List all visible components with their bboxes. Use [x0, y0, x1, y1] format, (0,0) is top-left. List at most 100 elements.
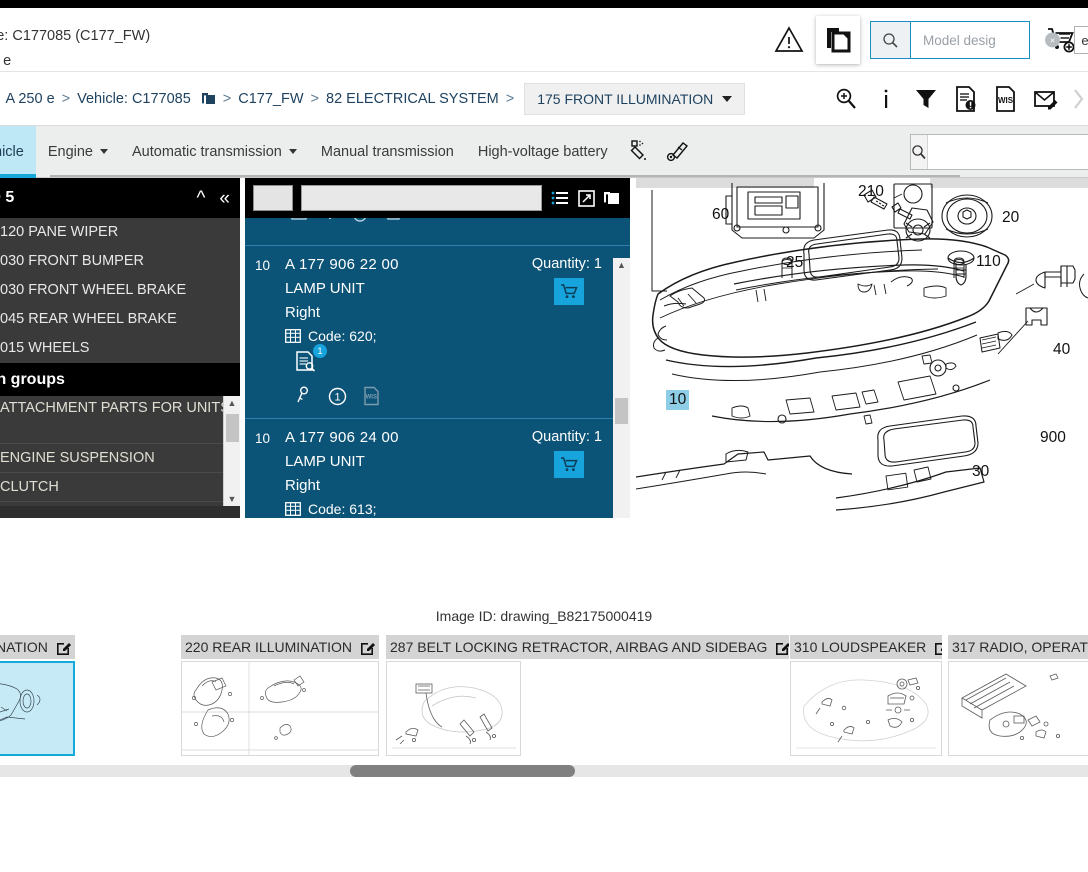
document-alert-icon[interactable]	[952, 84, 980, 114]
thumbnail-radio-operating[interactable]: 317 RADIO, OPERATI	[948, 635, 1088, 756]
thumbnail-image[interactable]	[181, 661, 379, 756]
parts-toolbar-button[interactable]	[253, 185, 293, 211]
sidebar-item-engine-suspension[interactable]: ENGINE SUSPENSION	[0, 444, 240, 473]
sidebar-item-label: ENGINE SUSPENSION	[0, 450, 155, 466]
sidebar-item-wheels[interactable]: 015 WHEELS	[0, 334, 240, 363]
tab-high-voltage-battery[interactable]: High-voltage battery	[466, 126, 620, 178]
chevron-icon[interactable]	[1072, 84, 1086, 114]
tool-gun-icon[interactable]	[666, 139, 692, 165]
group-tree-sidebar: 0 5 ^ « 120 PANE WIPER 030 FRONT BUMPER …	[0, 178, 240, 518]
breadcrumb-item-model[interactable]: A 250 e	[5, 91, 54, 107]
sidebar-item-rear-wheel-brake[interactable]: 045 REAR WHEEL BRAKE	[0, 305, 240, 334]
edit-icon[interactable]	[775, 640, 789, 655]
tab-search-box[interactable]	[910, 134, 1088, 170]
expand-icon[interactable]	[576, 188, 596, 208]
callout-900[interactable]: 900	[1040, 429, 1066, 447]
breadcrumb-sep: >	[61, 90, 71, 107]
scroll-down-arrow[interactable]: ▼	[224, 492, 240, 506]
key-icon[interactable]	[293, 386, 313, 406]
part-position: 10	[255, 258, 271, 273]
tab-search-input[interactable]	[928, 135, 1088, 169]
callout-60[interactable]: 60	[712, 206, 729, 224]
chevron-up-icon[interactable]: ^	[197, 189, 206, 208]
thumbnail-horizontal-scrollbar[interactable]	[0, 765, 1088, 777]
paint-spray-icon[interactable]	[628, 139, 654, 165]
warning-triangle-icon[interactable]	[772, 23, 806, 57]
info-icon[interactable]	[872, 84, 900, 114]
scroll-up-arrow[interactable]: ▲	[613, 258, 630, 272]
tab-automatic-transmission[interactable]: Automatic transmission	[120, 126, 309, 178]
breadcrumb-current-dropdown[interactable]: 175 FRONT ILLUMINATION	[524, 82, 746, 115]
edit-icon[interactable]	[56, 640, 71, 655]
scroll-up-arrow[interactable]: ▲	[224, 396, 240, 410]
document-search-icon[interactable]: 1	[295, 344, 327, 374]
filter-icon[interactable]	[912, 84, 940, 114]
image-id-label: Image ID: drawing_B82175000419	[435, 608, 653, 624]
thumbnail-image[interactable]	[386, 661, 521, 756]
edit-icon[interactable]	[360, 640, 376, 655]
wis-document-icon[interactable]: WIS	[992, 84, 1020, 114]
info-circle-icon[interactable]: 1	[327, 386, 347, 406]
tab-engine[interactable]: Engine	[36, 126, 120, 178]
breadcrumb-item-variant[interactable]: C177_FW	[238, 91, 303, 107]
thumbnail-front-illumination[interactable]: FRONT ILLUMINATION	[0, 635, 75, 756]
part-code-row[interactable]: Code: 613;	[285, 501, 630, 517]
thumbnail-label: FRONT ILLUMINATION	[0, 639, 48, 655]
scrollbar-thumb[interactable]	[226, 414, 239, 442]
function-tab-bar: hicle Engine Automatic transmission Manu…	[0, 125, 1088, 178]
thumbnail-header: 287 BELT LOCKING RETRACTOR, AIRBAG AND S…	[386, 635, 789, 659]
copy-icon[interactable]	[602, 188, 622, 208]
callout-40[interactable]: 40	[1053, 341, 1070, 359]
part-position: 10	[255, 431, 271, 446]
sidebar-item-attachment-parts[interactable]: ATTACHMENT PARTS FOR UNITS	[0, 396, 240, 444]
sidebar-item-front-wheel-brake[interactable]: 030 FRONT WHEEL BRAKE	[0, 276, 240, 305]
tab-label: Manual transmission	[320, 143, 454, 160]
chevron-double-left-icon[interactable]: «	[219, 189, 230, 208]
table-row[interactable]: 10 A 177 906 24 00 LAMP UNIT Right Code:…	[245, 419, 630, 518]
list-view-icon[interactable]	[550, 188, 570, 208]
thumbnail-belt-locking-retractor[interactable]: 287 BELT LOCKING RETRACTOR, AIRBAG AND S…	[386, 635, 789, 756]
part-code-row[interactable]: Code: 620;	[285, 328, 630, 344]
edge-tab-label[interactable]: e	[1074, 26, 1088, 54]
sidebar-item-clutch[interactable]: CLUTCH	[0, 473, 240, 502]
add-to-cart-icon[interactable]	[554, 278, 584, 305]
tab-vehicle[interactable]: hicle	[0, 125, 36, 178]
breadcrumb-item-group[interactable]: 82 ELECTRICAL SYSTEM	[326, 91, 499, 107]
callout-210[interactable]: 210	[858, 183, 884, 201]
mail-edit-icon[interactable]	[1032, 84, 1060, 114]
tab-manual-transmission[interactable]: Manual transmission	[309, 126, 466, 178]
sidebar-item-front-bumper[interactable]: 030 FRONT BUMPER	[0, 247, 240, 276]
thumbnail-rear-illumination[interactable]: 220 REAR ILLUMINATION	[181, 635, 379, 756]
parts-vertical-scrollbar[interactable]: ▲ ▼	[613, 258, 630, 518]
add-to-cart-icon[interactable]	[554, 451, 584, 478]
vehicle-subtitle: 0 e	[0, 53, 12, 69]
thumbnail-loudspeaker[interactable]: 310 LOUDSPEAKER	[790, 635, 942, 756]
callout-10[interactable]: 10	[666, 390, 690, 410]
zoom-in-icon[interactable]	[832, 84, 860, 114]
callout-25[interactable]: 25	[786, 254, 803, 272]
callout-20[interactable]: 20	[1002, 209, 1019, 227]
breadcrumb-item-vehicle[interactable]: Vehicle: C177085	[77, 91, 191, 107]
sidebar-vertical-scrollbar[interactable]: ▲ ▼	[223, 396, 240, 506]
callout-30[interactable]: 30	[972, 463, 989, 481]
scrollbar-thumb[interactable]	[350, 765, 575, 777]
sidebar-item-pane-wiper[interactable]: 120 PANE WIPER	[0, 218, 240, 247]
copy-documents-icon[interactable]	[816, 16, 860, 64]
breadcrumb-current-label: 175 FRONT ILLUMINATION	[537, 90, 714, 107]
copy-icon[interactable]	[201, 91, 216, 107]
scrollbar-thumb[interactable]	[615, 398, 628, 424]
thumbnail-image[interactable]	[948, 661, 1088, 756]
wis-icon[interactable]: WIS	[361, 386, 381, 406]
model-designation-search[interactable]: Model desig ×	[870, 21, 1060, 59]
thumbnail-image[interactable]	[0, 661, 75, 756]
parts-drawing-viewer[interactable]: 60 210 20 25 110 40 10 900 30	[636, 178, 1088, 518]
parts-filter-input[interactable]	[301, 185, 542, 211]
clear-search-icon[interactable]: ×	[1045, 32, 1060, 48]
parts-row-clipped[interactable]	[245, 218, 630, 246]
thumbnail-header: 310 LOUDSPEAKER	[790, 635, 942, 659]
callout-110[interactable]: 110	[976, 253, 1001, 271]
edit-icon[interactable]	[934, 640, 942, 655]
search-input[interactable]: Model desig	[911, 33, 1029, 48]
thumbnail-image[interactable]	[790, 661, 942, 756]
table-row[interactable]: 10 A 177 906 22 00 LAMP UNIT Right Code:…	[245, 246, 630, 419]
